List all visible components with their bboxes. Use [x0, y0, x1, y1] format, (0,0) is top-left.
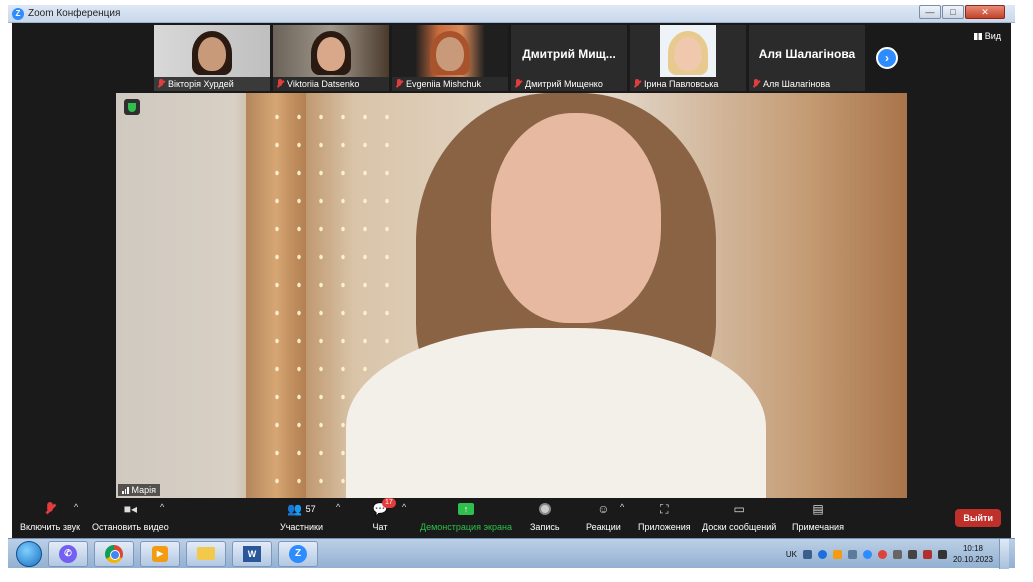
zoom-tray-icon[interactable] [862, 549, 872, 559]
network-icon[interactable] [847, 549, 857, 559]
mic-muted-icon [752, 79, 760, 89]
participant-name: Аля Шалагінова [752, 79, 830, 89]
mic-muted-icon [157, 79, 165, 89]
participant-name: Viktoriia Datsenko [276, 79, 359, 89]
video-options-caret[interactable]: ^ [160, 502, 164, 512]
viber-icon: ✆ [59, 544, 77, 563]
video-camera-icon: ■◂ [123, 502, 137, 516]
participants-button[interactable]: 👥 57 Участники [280, 502, 323, 532]
signal-strength-icon [122, 486, 129, 494]
mic-muted-icon [633, 79, 641, 89]
whiteboards-button[interactable]: ▭ Доски сообщений [702, 502, 776, 532]
maximize-button[interactable]: □ [942, 5, 964, 19]
apps-button[interactable]: ⛶ Приложения [638, 501, 691, 533]
participant-tile[interactable]: Аля Шалагінова Аля Шалагінова [749, 25, 865, 91]
share-screen-button[interactable]: ↑ Демонстрация экрана [420, 502, 512, 532]
antivirus-icon[interactable] [832, 549, 842, 559]
participant-name: Evgeniia Mishchuk [395, 79, 481, 89]
encryption-shield-icon[interactable] [124, 99, 140, 115]
window-controls: — □ ✕ [919, 5, 1005, 19]
system-clock[interactable]: 10:18 20.10.2023 [953, 543, 993, 565]
participant-video [154, 25, 270, 77]
help-icon[interactable] [817, 549, 827, 559]
leave-button[interactable]: Выйти [955, 509, 1001, 527]
apps-icon: ⛶ [660, 501, 669, 516]
zoom-app-icon: Z [12, 7, 24, 20]
participants-icon: 👥 57 [287, 502, 316, 516]
chat-options-caret[interactable]: ^ [402, 502, 406, 512]
taskbar-viber[interactable]: ✆ [48, 540, 88, 567]
flag-icon[interactable] [922, 549, 932, 559]
zoom-icon: Z [289, 544, 307, 563]
chrome-icon [105, 544, 123, 563]
record-icon [537, 502, 553, 516]
reactions-button[interactable]: ☺ Реакции [586, 502, 621, 532]
window-title: Zoom Конференция [28, 8, 121, 19]
taskbar-media-player[interactable]: ▶ [140, 540, 180, 567]
keyboard-icon[interactable] [802, 549, 812, 559]
participant-video [273, 25, 389, 77]
participant-strip: Вікторія Хурдей Viktoriia Datsenko Evgen… [154, 25, 865, 93]
participants-options-caret[interactable]: ^ [336, 502, 340, 512]
signal-icon[interactable] [907, 549, 917, 559]
view-label: Вид [984, 31, 1001, 41]
reactions-icon: ☺ [597, 502, 610, 516]
audio-options-caret[interactable]: ^ [74, 502, 78, 512]
chat-unread-badge: 17 [382, 498, 396, 508]
taskbar-chrome[interactable] [94, 540, 134, 567]
meeting-toolbar: Включить звук ^ ■◂ Остановить видео ^ 👥 … [12, 498, 1011, 538]
chrome-tray-icon[interactable] [877, 549, 887, 559]
participant-display-title: Дмитрий Мищ... [522, 47, 616, 61]
minimize-button[interactable]: — [919, 5, 941, 19]
participant-video [392, 25, 508, 77]
start-button[interactable] [16, 540, 42, 567]
grid-view-icon [973, 32, 982, 40]
mic-muted-icon [395, 79, 403, 89]
participant-tile[interactable]: Ірина Павловська [630, 25, 746, 91]
system-tray: UK 10:18 20.10.2023 [786, 539, 1009, 569]
participant-tile[interactable]: Evgeniia Mishchuk [392, 25, 508, 91]
mic-muted-icon [514, 79, 522, 89]
participant-video [660, 25, 716, 77]
printer-icon[interactable] [892, 549, 902, 559]
chat-icon: 💬 17 [372, 498, 396, 516]
active-speaker-video: Марія [116, 93, 907, 498]
taskbar-explorer[interactable] [186, 540, 226, 567]
view-button[interactable]: Вид [973, 31, 1001, 41]
participant-tile[interactable]: Viktoriia Datsenko [273, 25, 389, 91]
media-player-icon: ▶ [152, 545, 168, 562]
participant-tile[interactable]: Вікторія Хурдей [154, 25, 270, 91]
participant-tile[interactable]: Дмитрий Мищ... Дмитрий Мищенко [511, 25, 627, 91]
folder-icon [197, 547, 215, 560]
reactions-options-caret[interactable]: ^ [620, 502, 624, 512]
mic-muted-icon [42, 502, 58, 516]
meeting-area: Вікторія Хурдей Viktoriia Datsenko Evgen… [12, 23, 1011, 538]
close-button[interactable]: ✕ [965, 5, 1005, 19]
whiteboard-icon: ▭ [733, 502, 745, 516]
notes-button[interactable]: ▤ Примечания [792, 502, 844, 532]
show-desktop-button[interactable] [999, 539, 1009, 569]
participant-name: Ірина Павловська [633, 79, 718, 89]
speaker-name-tag: Марія [118, 484, 160, 496]
taskbar-zoom[interactable]: Z [278, 540, 318, 567]
chat-button[interactable]: 💬 17 Чат [372, 498, 396, 532]
language-indicator[interactable]: UK [786, 550, 797, 559]
participant-name: Вікторія Хурдей [157, 79, 234, 89]
taskbar-word[interactable]: W [232, 540, 272, 567]
share-screen-icon: ↑ [457, 502, 474, 516]
participant-display-title: Аля Шалагінова [758, 47, 856, 61]
windows-taskbar: ✆ ▶ W Z UK 10:18 20.10.2023 [8, 538, 1015, 569]
window-titlebar: Z Zoom Конференция — □ ✕ [8, 5, 1015, 23]
notes-icon: ▤ [812, 502, 824, 516]
unmute-button[interactable]: Включить звук [20, 502, 80, 532]
word-icon: W [243, 545, 261, 562]
record-button[interactable]: Запись [530, 502, 560, 532]
next-page-arrow-icon[interactable]: › [876, 47, 898, 69]
volume-icon[interactable] [937, 549, 947, 559]
stop-video-button[interactable]: ■◂ Остановить видео [92, 502, 169, 532]
participant-name: Дмитрий Мищенко [514, 79, 603, 89]
mic-muted-icon [276, 79, 284, 89]
